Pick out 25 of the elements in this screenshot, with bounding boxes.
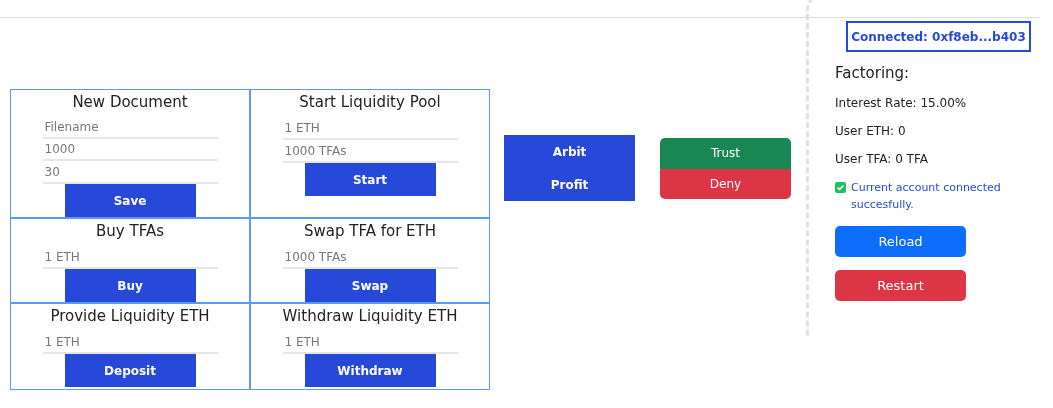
action-button[interactable]: Withdraw: [304, 354, 436, 387]
stat-text: User TFA: 0 TFA: [835, 152, 928, 166]
action-button[interactable]: Deposit: [64, 354, 196, 387]
stat-text: Interest Rate: 15.00%: [835, 96, 967, 110]
action-button[interactable]: Save: [64, 184, 196, 217]
card-title: New Document: [72, 92, 188, 113]
check-icon: [835, 182, 846, 193]
action-button[interactable]: Swap: [304, 269, 436, 302]
status-message: Current account connected succesfully.: [851, 180, 1002, 213]
card-title: Withdraw Liquidity ETH: [282, 306, 458, 327]
panel-button[interactable]: Restart: [835, 270, 966, 301]
panel-heading: Factoring:: [835, 64, 910, 82]
arbitrage-button[interactable]: Profit: [504, 168, 635, 201]
card-title: Provide Liquidity ETH: [50, 306, 210, 327]
panel-button[interactable]: Reload: [835, 226, 966, 257]
action-button[interactable]: Start: [304, 163, 436, 196]
card-title: Start Liquidity Pool: [299, 92, 441, 113]
card-title: Swap TFA for ETH: [304, 221, 436, 242]
connected-address: Connected: 0xf8eb...b403: [846, 21, 1031, 52]
stat-text: User ETH: 0: [835, 124, 906, 138]
action-button[interactable]: Buy: [64, 269, 196, 302]
decision-button[interactable]: Deny: [660, 168, 791, 199]
arbitrage-button[interactable]: Arbit: [504, 135, 635, 168]
decision-button[interactable]: Trust: [660, 138, 791, 169]
card-title: Buy TFAs: [96, 221, 164, 242]
